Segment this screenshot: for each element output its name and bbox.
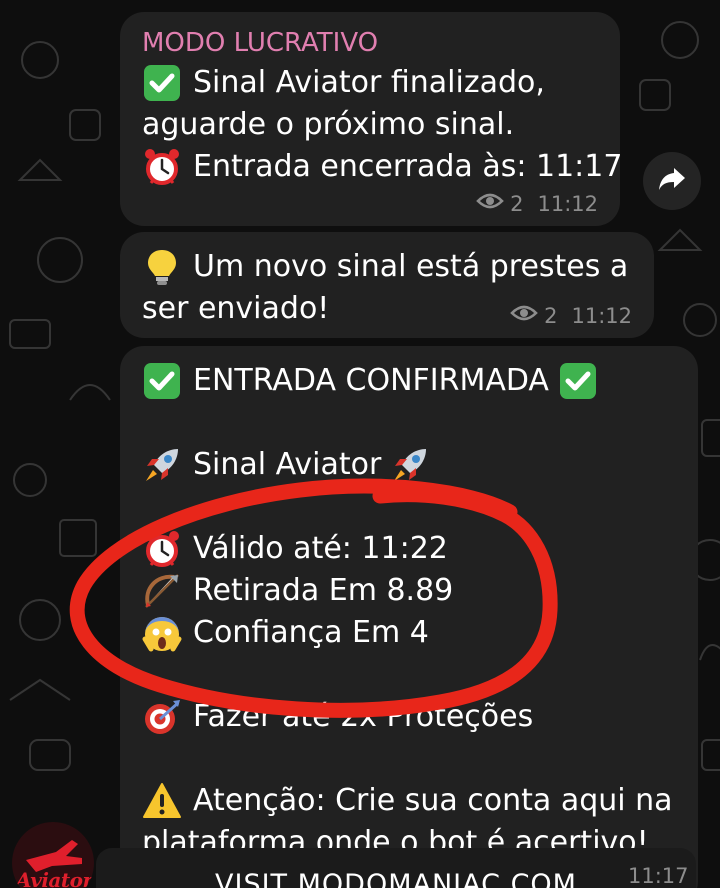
forward-arrow-icon	[657, 166, 687, 196]
message-time: 11:17	[628, 864, 689, 888]
eye-icon	[476, 191, 504, 216]
sender-name[interactable]: MODO LUCRATIVO	[142, 26, 598, 60]
view-count: 2	[510, 191, 524, 216]
rocket-icon	[390, 445, 430, 485]
message-text: ser enviado!	[142, 291, 330, 326]
message-meta: 2 11:12	[510, 303, 632, 328]
view-count: 2	[544, 303, 558, 328]
alarm-clock-icon	[142, 529, 182, 569]
message-text: Um novo sinal está prestes a	[193, 249, 629, 284]
message-line: Sinal Aviator	[142, 444, 676, 486]
message-time: 11:12	[571, 303, 632, 328]
message-line: Fazer até 2x Proteções	[142, 696, 676, 738]
message-line: ENTRADA CONFIRMADA	[142, 360, 676, 402]
message-line: Um novo sinal está prestes a	[142, 246, 632, 288]
direct-hit-icon	[142, 697, 182, 737]
message-text: aguarde o próximo sinal.	[142, 107, 515, 142]
message-text: Entrada encerrada às: 11:17	[193, 149, 623, 184]
avatar-label: Aviator	[16, 868, 93, 888]
signal-title: ENTRADA CONFIRMADA	[193, 363, 549, 398]
forward-button[interactable]	[643, 152, 701, 210]
message-line: Sinal Aviator finalizado,	[142, 62, 598, 104]
withdraw-text: Retirada Em 8.89	[193, 573, 454, 608]
message-line: Válido até: 11:22	[142, 528, 676, 570]
screaming-face-icon	[142, 613, 182, 653]
valid-until-text: Válido até: 11:22	[193, 531, 448, 566]
check-mark-icon	[558, 361, 598, 401]
rocket-icon	[142, 445, 182, 485]
link-preview-bar[interactable]: VISIT MODOMANIAC.COM	[96, 848, 696, 888]
message-line: Confiança Em 4	[142, 612, 676, 654]
message-text: Sinal Aviator finalizado,	[193, 65, 545, 100]
message-line: aguarde o próximo sinal.	[142, 104, 598, 146]
message-bubble-1[interactable]: MODO LUCRATIVO Sinal Aviator finalizado,…	[120, 12, 622, 226]
light-bulb-icon	[142, 247, 182, 287]
message-line: Atenção: Crie sua conta aqui na	[142, 780, 676, 822]
message-line: Retirada Em 8.89	[142, 570, 676, 612]
confidence-text: Confiança Em 4	[193, 615, 429, 650]
check-mark-icon	[142, 63, 182, 103]
link-text: VISIT MODOMANIAC.COM	[215, 869, 577, 888]
message-bubble-2[interactable]: Um novo sinal está prestes a ser enviado…	[120, 232, 654, 338]
message-bubble-3[interactable]: ENTRADA CONFIRMADA Sinal Aviator Válido …	[120, 346, 698, 888]
message-line: Entrada encerrada às: 11:17	[142, 146, 622, 188]
message-meta: 2 11:12	[476, 191, 598, 216]
warning-icon	[142, 781, 182, 821]
warning-text: Atenção: Crie sua conta aqui na	[193, 783, 673, 818]
bow-and-arrow-icon	[142, 571, 182, 611]
eye-icon	[510, 303, 538, 328]
signal-name: Sinal Aviator	[193, 447, 382, 482]
protections-text: Fazer até 2x Proteções	[193, 699, 534, 734]
check-mark-icon	[142, 361, 182, 401]
message-time: 11:12	[537, 191, 598, 216]
alarm-clock-icon	[142, 147, 182, 187]
